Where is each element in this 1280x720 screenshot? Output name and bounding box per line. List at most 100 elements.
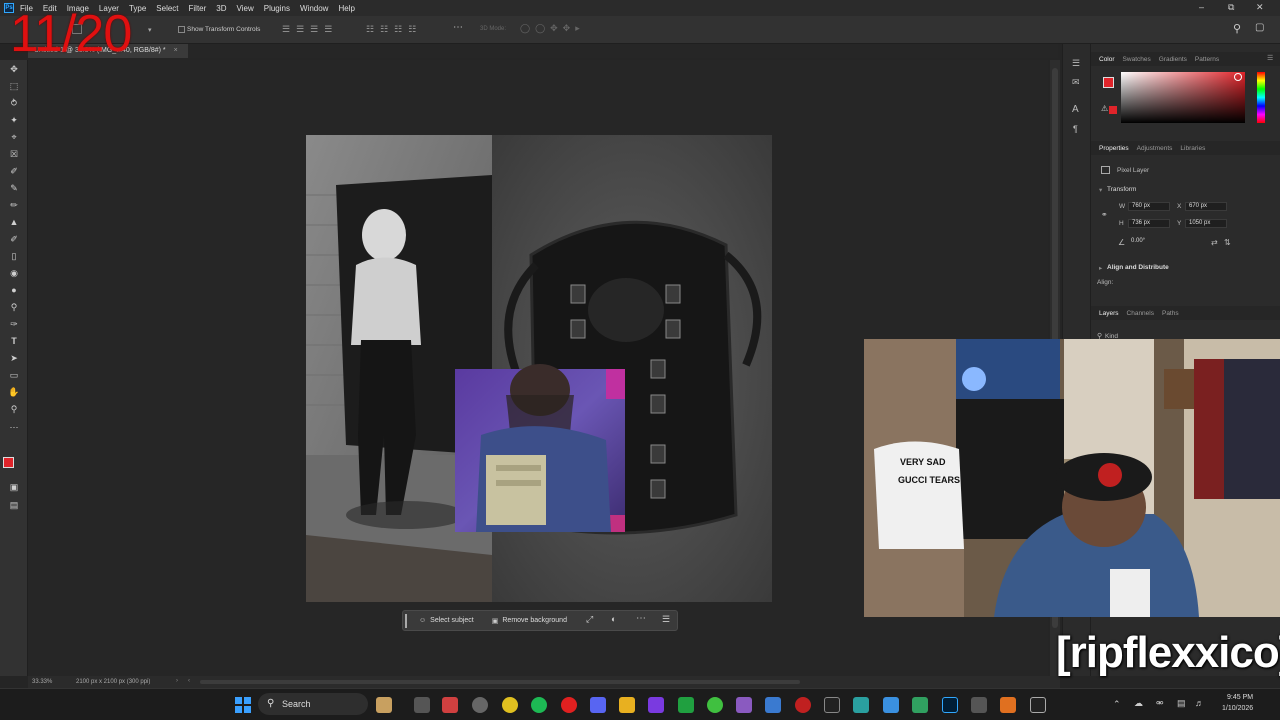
foreground-color-swatch[interactable] [3,457,14,468]
pen-tool-icon[interactable]: ✑ [8,319,20,330]
select-subject-button[interactable]: ☺ Select subject [415,613,478,628]
chevron-up-icon[interactable]: ⌃ [1113,699,1121,710]
show-transform-checkbox[interactable] [178,26,185,33]
panel-menu-icon[interactable]: ☰ [1267,54,1273,62]
3d-mode-icons[interactable]: ◯◯✥✥▸ [520,23,585,34]
volume-icon[interactable]: ♬ [1195,698,1204,708]
restore-icon[interactable]: ⧉ [1228,2,1234,13]
workspace-icon[interactable]: ▢ [1255,22,1264,33]
history-brush-tool-icon[interactable]: ✐ [8,234,20,245]
app-icon-8[interactable] [824,697,840,713]
tab-layers[interactable]: Layers [1099,310,1119,317]
menu-window[interactable]: Window [300,4,328,13]
tab-paths[interactable]: Paths [1162,310,1179,317]
hue-slider[interactable] [1257,72,1265,123]
foreground-color-swatch[interactable] [1103,77,1114,88]
color-picker-field[interactable] [1121,72,1245,123]
distribute-icons[interactable]: ☷☷☷☷ [366,24,422,35]
link-icon[interactable]: ⚭ [1101,210,1108,219]
brush-tool-icon[interactable]: ✏ [8,200,20,211]
app-icon-10[interactable] [883,697,899,713]
app-icon-12[interactable] [971,697,987,713]
search-icon[interactable]: ⚲ [1233,22,1241,35]
align-icons[interactable]: ☰☰☰☰ [282,24,338,35]
tab-libraries[interactable]: Libraries [1180,145,1205,152]
tab-swatches[interactable]: Swatches [1123,56,1151,63]
eraser-tool-icon[interactable]: ▯ [8,251,20,262]
file-explorer-icon[interactable] [619,697,635,713]
spotify-icon[interactable] [531,697,547,713]
chevron-right-icon[interactable]: ▸ [1099,264,1102,272]
microphone-icon[interactable]: ⚮ [1156,698,1164,709]
crop-tool-icon[interactable]: ⌖ [8,132,20,143]
minimize-icon[interactable]: – [1199,2,1204,12]
clock-time[interactable]: 9:45 PM [1227,694,1253,701]
chevron-right-icon[interactable]: › [176,678,178,684]
menu-help[interactable]: Help [338,4,354,13]
menu-type[interactable]: Type [129,4,146,13]
windows-start-icon[interactable] [235,697,251,713]
marquee-tool-icon[interactable]: ⬚ [8,81,20,92]
app-icon-7[interactable] [795,697,811,713]
gamut-swatch[interactable] [1109,106,1117,114]
app-icon-2[interactable] [472,697,488,713]
y-field[interactable]: 1050 px [1185,219,1227,228]
lasso-tool-icon[interactable]: ⥁ [8,98,20,109]
transform-icon[interactable]: ⤢ [586,614,593,625]
comment-icon[interactable]: ✉ [1072,77,1080,88]
flip-vertical-icon[interactable]: ⇅ [1224,238,1231,247]
app-icon-3[interactable] [648,697,664,713]
more-tools-icon[interactable]: ⋯ [8,422,20,433]
vlc-icon[interactable] [1000,697,1016,713]
hand-tool-icon[interactable]: ✋ [8,387,20,398]
taskbar-search[interactable]: ⚲ Search [258,693,368,715]
paint-bucket-tool-icon[interactable]: ◉ [8,268,20,279]
photoshop-taskbar-icon[interactable] [942,697,958,713]
chevron-down-icon[interactable]: ▾ [1099,186,1102,194]
object-select-tool-icon[interactable]: ✦ [8,115,20,126]
app-icon-6[interactable] [765,697,781,713]
more-options-icon[interactable]: ⋯ [636,613,646,624]
tab-adjustments[interactable]: Adjustments [1137,145,1173,152]
dodge-tool-icon[interactable]: ⚲ [8,302,20,313]
zoom-tool-icon[interactable]: ⚲ [8,404,20,415]
canvas-image[interactable] [306,135,772,602]
zoom-level[interactable]: 33.33% [32,679,52,685]
app-icon-5[interactable] [736,697,752,713]
chevron-down-icon[interactable]: ▾ [148,26,152,34]
menu-view[interactable]: View [237,4,254,13]
task-view-icon[interactable] [414,697,430,713]
remove-background-button[interactable]: ▣ Remove background [488,613,571,628]
menu-plugins[interactable]: Plugins [264,4,290,13]
character-icon[interactable]: A [1072,104,1079,115]
paragraph-icon[interactable]: ¶ [1073,124,1078,134]
frame-tool-icon[interactable]: ☒ [8,149,20,160]
move-tool-icon[interactable]: ✥ [8,64,20,75]
clone-stamp-tool-icon[interactable]: ▲ [8,217,20,228]
close-icon[interactable]: ✕ [1256,2,1264,13]
height-field[interactable]: 736 px [1128,219,1170,228]
settings-icon[interactable]: ☰ [662,614,670,625]
rectangle-tool-icon[interactable]: ▭ [8,370,20,381]
more-options-icon[interactable]: ⋯ [453,22,463,33]
menu-filter[interactable]: Filter [189,4,207,13]
tab-properties[interactable]: Properties [1099,145,1129,152]
discord-icon[interactable] [590,697,606,713]
app-icon-11[interactable] [912,697,928,713]
tab-color[interactable]: Color [1099,56,1115,63]
quick-mask-icon[interactable]: ▣ [8,482,20,493]
tab-gradients[interactable]: Gradients [1159,56,1187,63]
align-distribute-header[interactable]: Align and Distribute [1107,264,1169,271]
widgets-icon[interactable] [376,697,392,713]
menu-3d[interactable]: 3D [216,4,226,13]
healing-brush-tool-icon[interactable]: ✎ [8,183,20,194]
tab-patterns[interactable]: Patterns [1195,56,1219,63]
type-tool-icon[interactable]: T [8,336,20,347]
flip-horizontal-icon[interactable]: ⇄ [1211,238,1218,247]
opera-icon[interactable] [561,697,577,713]
menu-select[interactable]: Select [156,4,178,13]
clock-date[interactable]: 1/10/2026 [1222,705,1253,712]
xbox-icon[interactable] [678,697,694,713]
x-field[interactable]: 670 px [1185,202,1227,211]
chrome-icon[interactable] [502,697,518,713]
